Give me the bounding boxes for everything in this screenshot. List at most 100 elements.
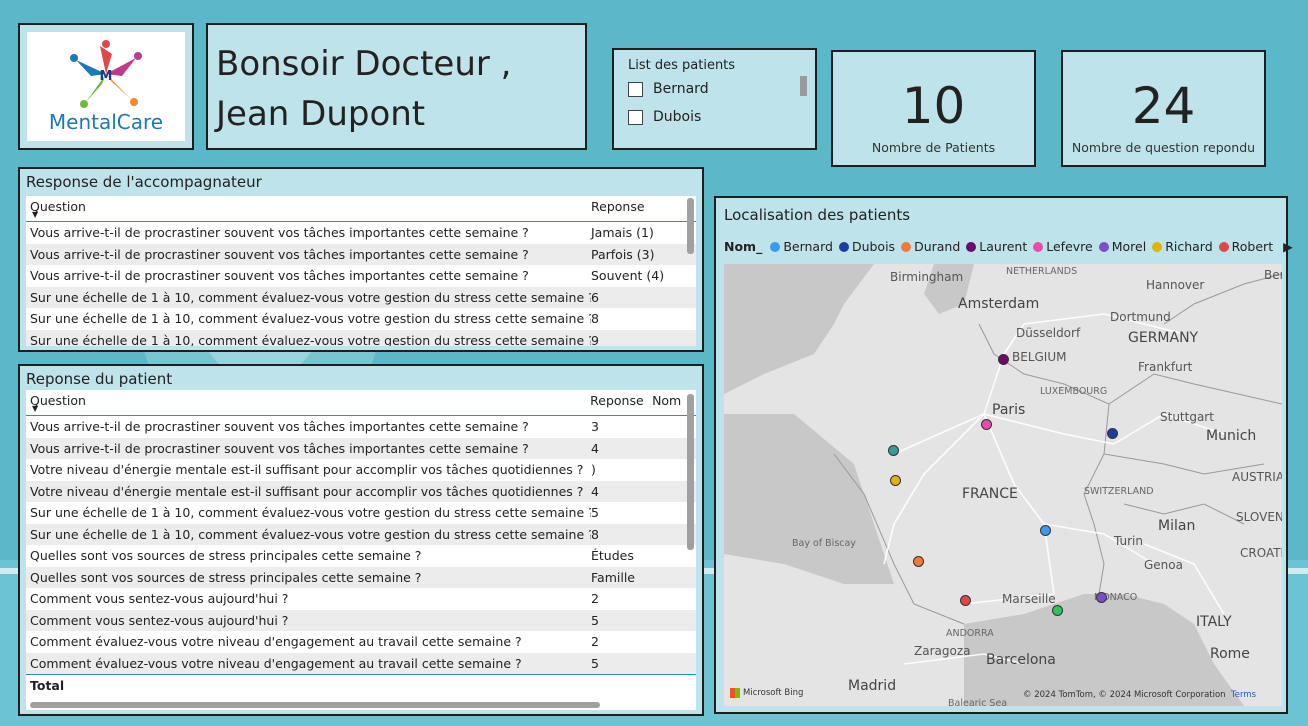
map-pin[interactable] — [1052, 605, 1063, 616]
table-row[interactable]: Quelles sont vos sources de stress princ… — [26, 545, 696, 567]
legend-item-dubois[interactable]: Dubois — [838, 239, 895, 254]
table-row[interactable]: Votre niveau d'énergie mentale est-il su… — [26, 480, 696, 502]
table-row[interactable]: Sur une échelle de 1 à 10, comment évalu… — [26, 308, 696, 330]
checkbox[interactable] — [628, 109, 643, 125]
cell-answer: Jamais (1) — [591, 225, 654, 241]
legend-next-arrow-icon[interactable]: ▶ — [1283, 239, 1293, 254]
legend-label: Nom_ — [724, 239, 763, 254]
map-pin-robert[interactable] — [960, 595, 971, 606]
patient-location-map-card: Localisation des patients Nom_ Bernard Du… — [714, 196, 1293, 714]
terms-link[interactable]: Terms — [1231, 690, 1256, 700]
horizontal-scrollbar[interactable] — [30, 702, 600, 708]
map-pin-lefevre[interactable] — [981, 419, 992, 430]
sort-arrow-icon[interactable]: ▼ — [32, 404, 38, 413]
map-label: SLOVENIA — [1236, 510, 1282, 524]
table-row[interactable]: Vous arrive-t-il de procrastiner souvent… — [26, 416, 696, 438]
map-label: Barcelona — [986, 652, 1056, 668]
legend-dot-icon — [838, 241, 849, 252]
table-header: Question Reponse ▼ — [26, 196, 696, 222]
map-label: Balearic Sea — [948, 698, 1008, 706]
cell-question: Votre niveau d'énergie mentale est-il su… — [30, 483, 584, 499]
table-row[interactable]: Vous arrive-t-il de procrastiner souvent… — [26, 243, 696, 265]
legend-item-label: Lefevre — [1046, 239, 1093, 254]
cell-question: Vous arrive-t-il de procrastiner souvent… — [30, 419, 529, 435]
legend-item-robert[interactable]: Robert — [1218, 239, 1273, 254]
map-label: CROATIA — [1240, 546, 1282, 560]
patient-list-slicer[interactable]: List des patients Bernard Dubois — [612, 48, 817, 150]
map[interactable]: Birmingham NETHERLANDS Berlin Hannover Amste… — [724, 264, 1282, 706]
cell-answer: Famille — [591, 569, 635, 585]
cell-answer: 8 — [591, 526, 599, 542]
map-pin-bernard[interactable] — [1040, 525, 1051, 536]
map-label: Genoa — [1144, 558, 1183, 572]
map-label: Dortmund — [1110, 310, 1171, 324]
kpi-value: 10 — [901, 77, 966, 135]
column-header-answer[interactable]: Reponse — [590, 393, 652, 408]
table-row[interactable]: Quelles sont vos sources de stress princ… — [26, 566, 696, 588]
legend-item-laurent[interactable]: Laurent — [966, 239, 1027, 254]
table-title: Response de l'accompagnateur — [26, 173, 262, 191]
kpi-label: Nombre de Patients — [871, 140, 996, 155]
legend-item-richard[interactable]: Richard — [1152, 239, 1213, 254]
checkbox[interactable] — [628, 81, 643, 97]
table-total-row: Total — [26, 674, 696, 696]
table-row[interactable]: Sur une échelle de 1 à 10, comment évalu… — [26, 286, 696, 308]
table-header: Question Reponse Nom ▼ — [26, 390, 696, 416]
legend-dot-icon — [1152, 241, 1163, 252]
map-pin-laurent[interactable] — [998, 354, 1009, 365]
map-label: Milan — [1158, 518, 1196, 534]
legend-item-durand[interactable]: Durand — [901, 239, 960, 254]
table-row[interactable]: Comment évaluez-vous votre niveau d'enga… — [26, 631, 696, 653]
cell-answer: Études — [591, 548, 634, 564]
legend-dot-icon — [1033, 241, 1044, 252]
map-label: Munich — [1206, 428, 1257, 444]
table-row[interactable]: Vous arrive-t-il de procrastiner souvent… — [26, 437, 696, 459]
microsoft-logo-icon — [730, 688, 740, 698]
map-pin-dubois[interactable] — [1107, 428, 1118, 439]
cell-question: Sur une échelle de 1 à 10, comment évalu… — [30, 332, 591, 346]
map-label: FRANCE — [962, 486, 1018, 502]
attribution-text: © 2024 TomTom, © 2024 Microsoft Corporat… — [1023, 690, 1226, 700]
table-row[interactable]: Sur une échelle de 1 à 10, comment évalu… — [26, 329, 696, 346]
slicer-item-dubois[interactable]: Dubois — [628, 109, 801, 125]
vertical-scrollbar[interactable] — [687, 394, 694, 550]
cell-question: Comment vous sentez-vous aujourd'hui ? — [30, 612, 289, 628]
table-row[interactable]: Vous arrive-t-il de procrastiner souvent… — [26, 222, 696, 244]
map-label: Turin — [1114, 534, 1143, 548]
legend-item-morel[interactable]: Morel — [1098, 239, 1146, 254]
legend-item-lefevre[interactable]: Lefevre — [1033, 239, 1093, 254]
map-pin-morel[interactable] — [1096, 592, 1107, 603]
sort-arrow-icon[interactable]: ▼ — [32, 210, 38, 219]
table-row[interactable]: Comment évaluez-vous votre niveau d'enga… — [26, 652, 696, 674]
kpi-label: Nombre de question repondu — [1071, 140, 1256, 155]
map-pin-durand[interactable] — [913, 556, 924, 567]
map-pin[interactable] — [888, 445, 899, 456]
greeting-doctor-name: Jean Dupont — [216, 94, 426, 134]
bing-text: Microsoft Bing — [743, 688, 804, 698]
column-header-answer[interactable]: Reponse — [591, 199, 653, 214]
map-label: GERMANY — [1128, 330, 1199, 346]
legend-dot-icon — [770, 241, 781, 252]
map-label: Berlin — [1264, 268, 1282, 282]
vertical-scrollbar[interactable] — [687, 198, 694, 254]
map-pin-richard[interactable] — [890, 475, 901, 486]
column-header-name[interactable]: Nom — [652, 393, 692, 408]
cell-question: Quelles sont vos sources de stress princ… — [30, 548, 422, 564]
table-row[interactable]: Votre niveau d'énergie mentale est-il su… — [26, 459, 696, 481]
slicer-scrollbar[interactable] — [800, 76, 807, 96]
table-row[interactable]: Comment vous sentez-vous aujourd'hui ? 5 — [26, 609, 696, 631]
table-row[interactable]: Comment vous sentez-vous aujourd'hui ? 2 — [26, 588, 696, 610]
column-header-question[interactable]: Question — [30, 199, 591, 214]
table-row[interactable]: Vous arrive-t-il de procrastiner souvent… — [26, 265, 696, 287]
table-grid: Question Reponse ▼ Vous arrive-t-il de p… — [26, 196, 696, 346]
greeting-line-1: Bonsoir Docteur , — [216, 44, 512, 84]
legend-item-bernard[interactable]: Bernard — [770, 239, 833, 254]
slicer-item-bernard[interactable]: Bernard — [628, 81, 801, 97]
column-header-question[interactable]: Question — [30, 393, 590, 408]
slicer-item-label: Bernard — [653, 81, 709, 97]
cell-question: Comment évaluez-vous votre niveau d'enga… — [30, 634, 522, 650]
cell-answer: 4 — [591, 483, 599, 499]
table-row[interactable]: Sur une échelle de 1 à 10, comment évalu… — [26, 523, 696, 545]
kpi-card-questions: 24 Nombre de question repondu — [1061, 50, 1266, 167]
table-row[interactable]: Sur une échelle de 1 à 10, comment évalu… — [26, 502, 696, 524]
